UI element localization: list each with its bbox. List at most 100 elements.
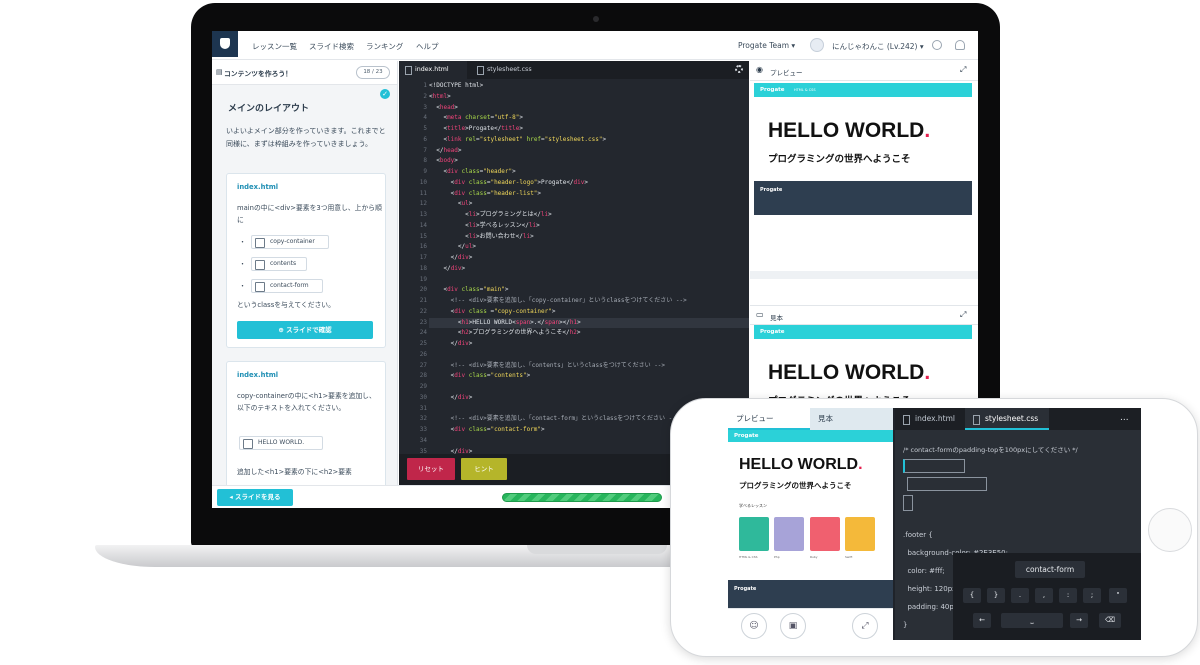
progress-bar [502,493,662,502]
instruction-text: mainの中に<div>要素を3つ用意し、上から順に [237,204,382,224]
tab-index-html[interactable]: index.html [399,61,467,79]
key-space[interactable]: ⎵ [1001,613,1063,628]
avatar[interactable] [810,38,824,52]
phone-site-header: Progate [728,430,893,442]
preview-heading: HELLO WORLD. [768,119,930,143]
sample-label: 見本 [770,314,783,322]
user-settings-icon[interactable] [932,40,942,50]
key-left-arrow[interactable]: ← [973,613,991,628]
phone-tab-preview[interactable]: プレビュー [728,408,810,430]
slide-confirm-button[interactable]: ⊕ スライドで確認 [237,321,373,339]
more-icon[interactable]: ... [1120,413,1129,423]
phone-home-button[interactable] [1148,508,1192,552]
fullscreen-icon[interactable]: ⤢ [852,613,878,639]
css-line: padding: 40px [903,603,958,611]
view-slides-label: スライドを見る [235,493,281,501]
lesson-header: ▤ コンテンツを作ろう！ 18 / 23 [212,61,397,85]
hint-button[interactable]: ヒント [461,458,507,480]
tab-stylesheet-css[interactable]: stylesheet.css [471,61,551,79]
phone-screen: プレビュー 見本 Progate HELLO WORLD. プログラミングの世界… [728,408,1141,640]
nav-ranking[interactable]: ランキング [366,41,403,52]
key-period[interactable]: . [1011,588,1029,603]
bell-icon[interactable] [955,40,965,50]
phone-bottom-bar: ☺ ▣ ⤢ [728,608,893,640]
key-comma[interactable]: , [1035,588,1053,603]
preview-nav-item: HTML & CSS [794,88,816,92]
lesson-label: Swift [845,555,853,559]
expand-icon[interactable]: ⤢ [960,310,966,320]
sample-site-header: Progate [754,325,972,339]
instruction-card: index.html copy-containerの中に<h1>要素を追加し、以… [226,361,386,485]
css-placeholder-line[interactable] [903,459,965,473]
laptop-camera [593,16,599,22]
phone-preview-pane: プレビュー 見本 Progate HELLO WORLD. プログラミングの世界… [728,408,893,640]
key-semicolon[interactable]: ; [1083,588,1101,603]
slide-counter[interactable]: 18 / 23 [356,66,390,79]
code-keyboard: contact-form { } . , : ; " ← ⎵ → ⌫ [953,553,1141,640]
editor-tabs: index.html stylesheet.css [399,61,749,79]
sample-site-logo: Progate [760,329,785,335]
phone-heading-text: HELLO WORLD [739,456,859,473]
css-placeholder-line[interactable] [907,477,987,491]
preview-heading-dot: . [924,119,931,142]
bullet: ・ [239,282,246,290]
gear-icon[interactable] [735,65,743,73]
file-label: index.html [237,183,279,191]
preview-label: プレビュー [770,69,803,77]
bullet: ・ [239,260,246,268]
key-backspace[interactable]: ⌫ [1099,613,1121,628]
nav-help[interactable]: ヘルプ [416,41,439,52]
lesson-card-swift [845,517,875,551]
reset-button[interactable]: リセット [407,458,455,480]
phone-site-footer: Progate [728,580,893,608]
preview-site-header: Progate HTML & CSS [754,83,972,97]
preview-site-logo: Progate [760,87,785,93]
key-open-brace[interactable]: { [963,588,981,603]
preview-divider [750,271,978,279]
phone-tab-index-html[interactable]: index.html [895,408,965,430]
phone-heading: HELLO WORLD. [739,456,863,474]
progate-logo-icon[interactable] [212,31,238,57]
lesson-card-html [739,517,769,551]
document-icon: ▤ [216,68,223,76]
lesson-label: Ruby [810,555,818,559]
phone-tab-sample[interactable]: 見本 [810,408,893,430]
css-placeholder-line[interactable] [903,495,913,511]
laptop-notch [527,545,667,554]
team-dropdown[interactable]: Progate Team ▾ [738,41,795,50]
nav-slide-search[interactable]: スライド検索 [309,41,354,52]
view-slides-button[interactable]: ◂ スライドを見る [217,489,293,506]
ninja-avatar-icon[interactable]: ☺ [741,613,767,639]
preview-footer-logo: Progate [760,187,783,193]
lesson-label: Php [774,555,780,559]
key-colon[interactable]: : [1059,588,1077,603]
lesson-header-title: コンテンツを作ろう！ [224,70,292,78]
instruction-text: copy-containerの中に<h1>要素を追加し、以下のテキストを入れてく… [237,392,376,412]
instruction-after: というclassを与えてください。 [237,301,335,309]
class-chip: contact-form [251,279,323,293]
eye-icon: ◉ [756,65,763,74]
key-quote[interactable]: " [1109,588,1127,603]
lesson-panel: ▤ コンテンツを作ろう！ 18 / 23 メインのレイアウト ✓ いよいよメイン… [212,61,398,485]
css-line: } [903,621,908,629]
phone-heading-dot: . [858,456,863,473]
key-close-brace[interactable]: } [987,588,1005,603]
phone-footer-logo: Progate [734,586,757,592]
file-label: index.html [237,371,279,379]
expand-icon[interactable]: ⤢ [960,65,966,75]
instruction-text-2: 追加した<h1>要素の下に<h2>要素 [237,468,352,476]
user-dropdown[interactable]: にんじゃわんこ (Lv.242) ▾ [832,41,924,52]
preview-footer: Progate [754,181,972,215]
lesson-title: メインのレイアウト [228,104,310,114]
slides-icon[interactable]: ▣ [780,613,806,639]
stage: { "nav": { "items": ["レッスン一覧", "スライド検索",… [0,0,1200,665]
key-right-arrow[interactable]: → [1070,613,1088,628]
keyboard-suggestion[interactable]: contact-form [1015,561,1085,578]
phone-tab-stylesheet[interactable]: stylesheet.css [965,408,1049,430]
nav-lessons[interactable]: レッスン一覧 [252,41,297,52]
phone-editor-tabs: index.html stylesheet.css ... [895,408,1141,430]
preview-subtitle: プログラミングの世界へようこそ [768,154,911,165]
sample-heading: HELLO WORLD. [768,361,930,385]
user-name: にんじゃわんこ (Lv.242) [832,42,918,51]
text-chip: HELLO WORLD. [239,436,323,450]
